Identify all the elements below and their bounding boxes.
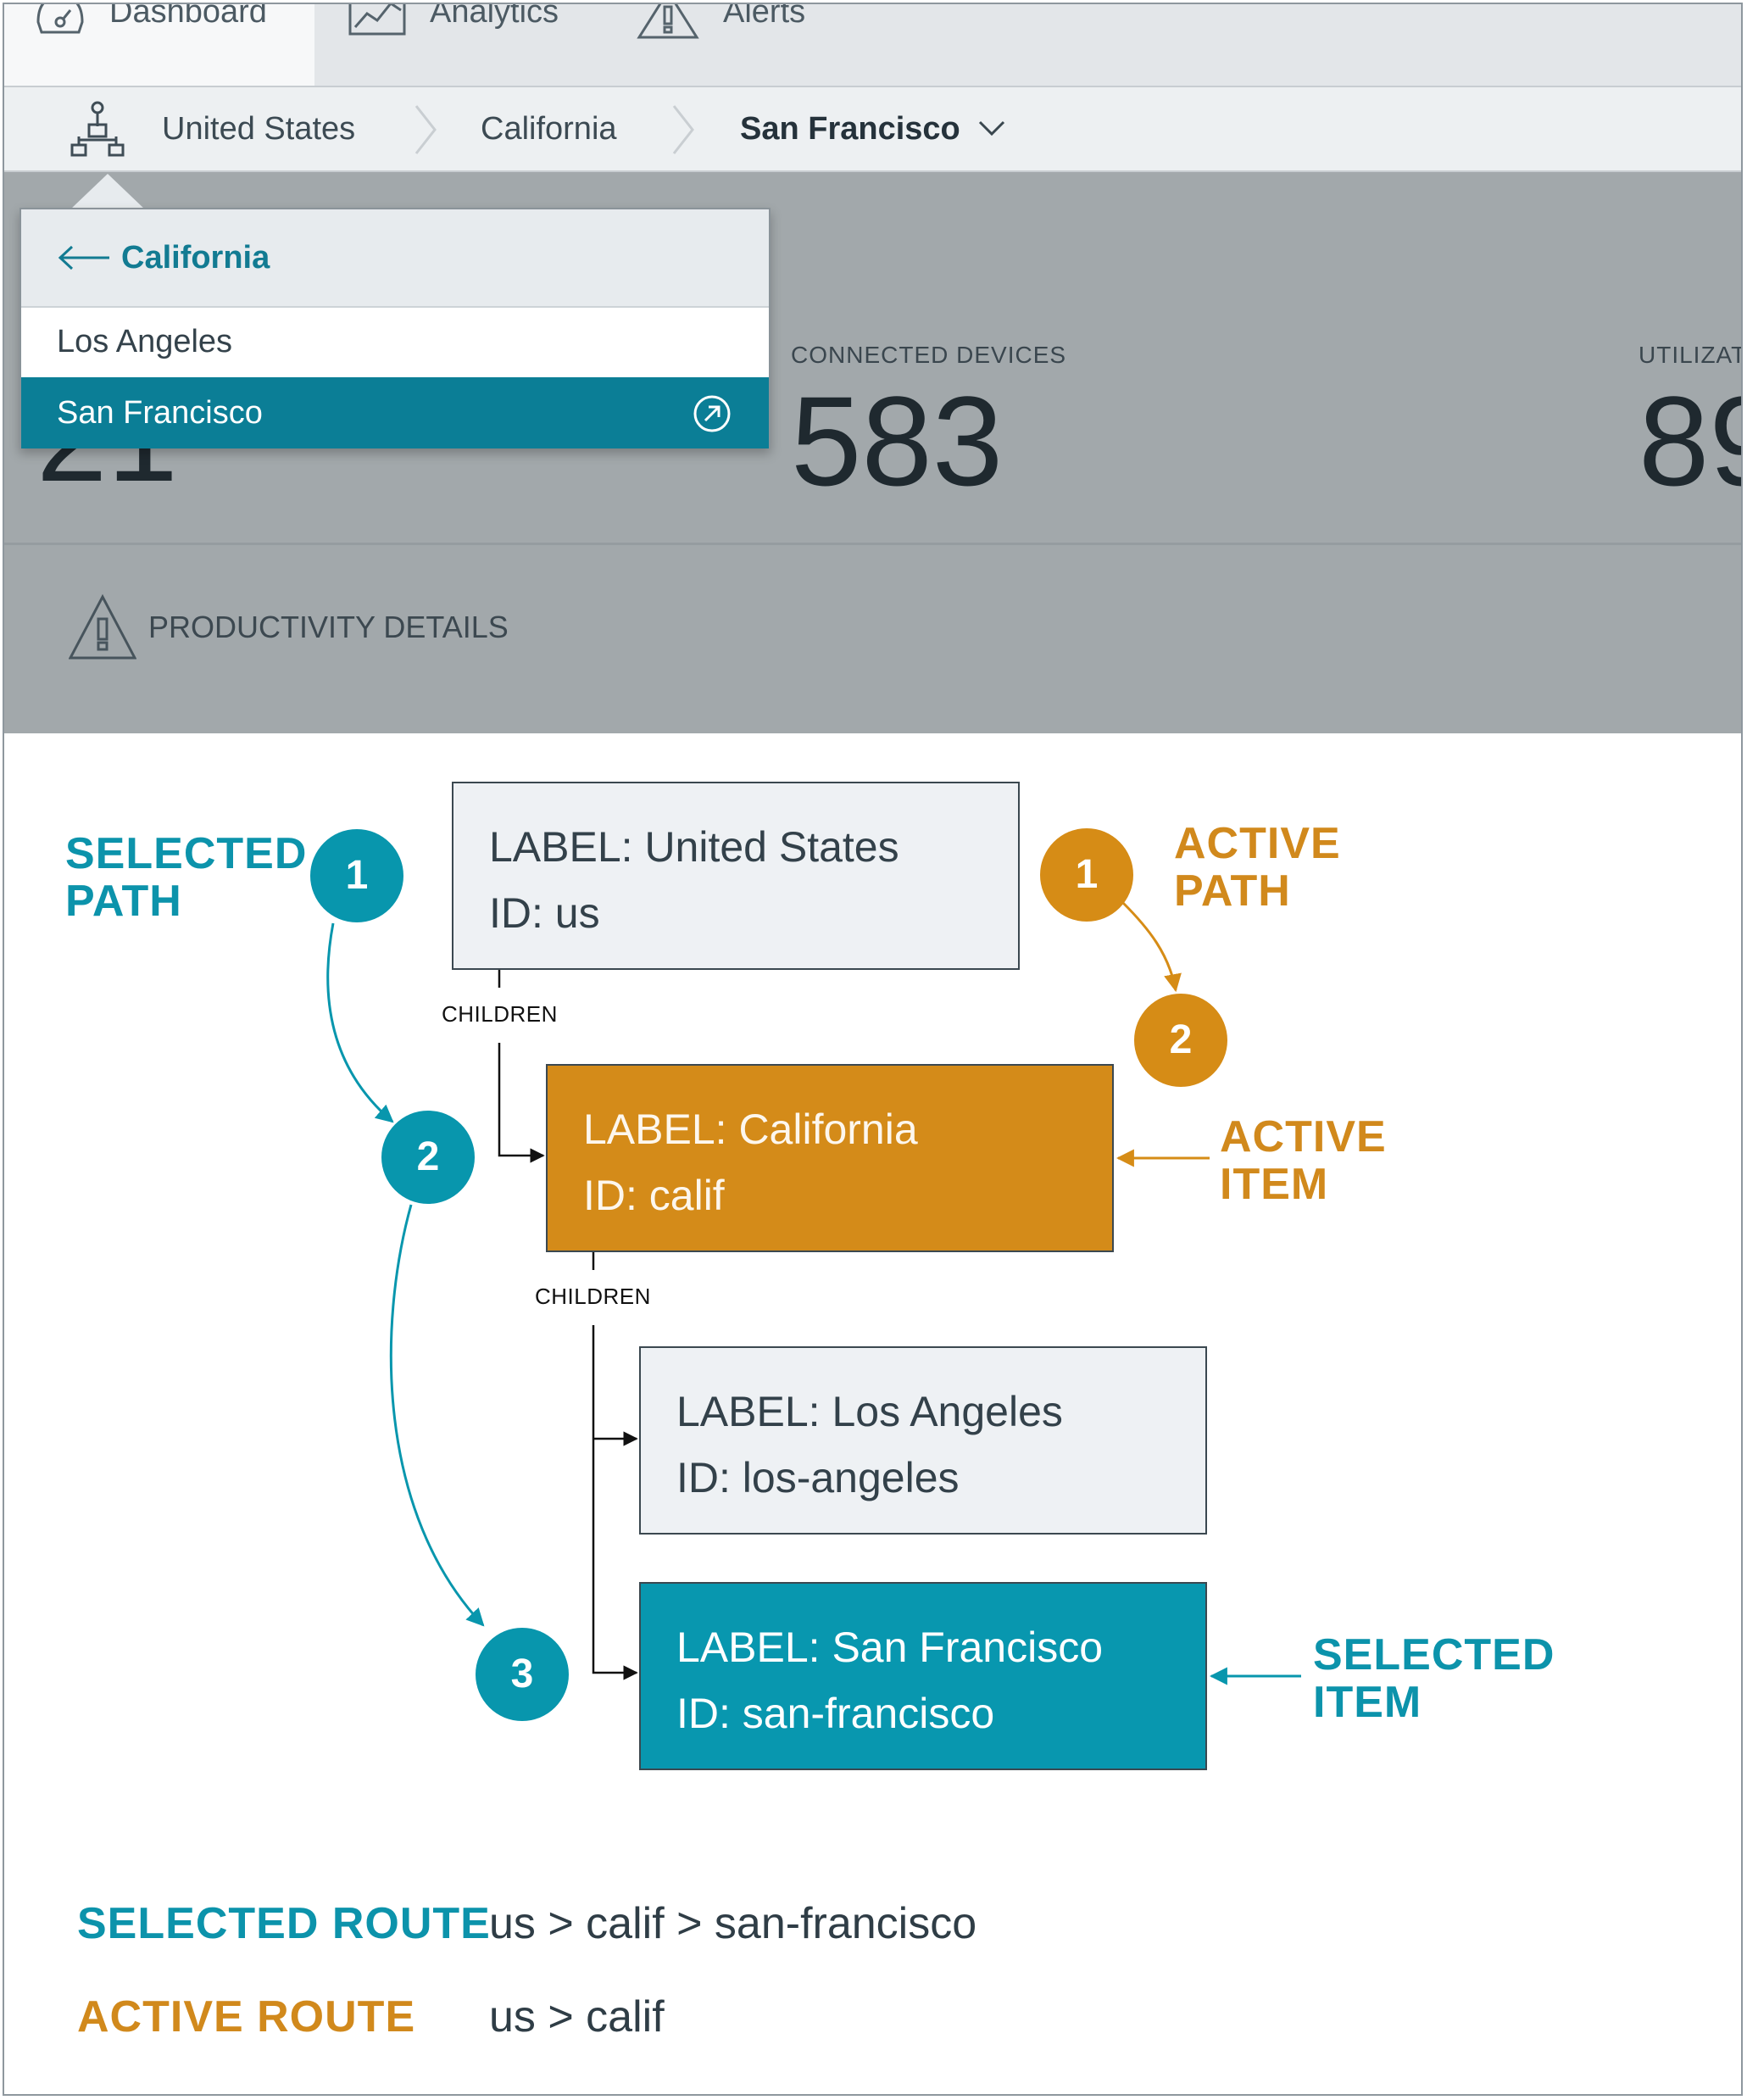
node-id-line: ID: san-francisco	[676, 1690, 995, 1737]
tree-node-california: LABEL: California ID: calif	[546, 1064, 1114, 1252]
tree-connector	[592, 1325, 638, 1680]
caption-line: ACTIVE	[1220, 1112, 1387, 1161]
tree-node-united-states: LABEL: United States ID: us	[452, 782, 1020, 970]
children-label: CHILDREN	[438, 1001, 561, 1028]
node-id-line: ID: calif	[583, 1172, 725, 1219]
diagram-connectors	[326, 901, 1301, 1685]
node-id-line: ID: los-angeles	[676, 1454, 960, 1501]
active-path-title: ACTIVE PATH	[1174, 820, 1341, 915]
selected-route-value: us > calif > san-francisco	[489, 1899, 977, 1948]
figure-frame: Dashboard Analytics Alerts United States…	[3, 3, 1743, 2096]
node-label-line: LABEL: San Francisco	[676, 1624, 1104, 1671]
selected-path-arrow	[326, 922, 394, 1123]
selected-route-label: SELECTED ROUTE	[77, 1899, 491, 1948]
tree-connector	[498, 1043, 545, 1163]
selected-path-step-badge: 3	[476, 1628, 569, 1721]
active-path-step-badge: 1	[1040, 828, 1133, 922]
active-path-step-badge: 2	[1134, 994, 1227, 1087]
selected-path-arrow	[389, 1204, 485, 1627]
caption-line: PATH	[65, 877, 182, 926]
caption-line: PATH	[1174, 866, 1291, 916]
selected-item-caption: SELECTED ITEM	[1313, 1631, 1555, 1726]
selected-path-step-badge: 2	[381, 1111, 475, 1204]
caption-line: SELECTED	[1313, 1630, 1555, 1679]
active-route-value: us > calif	[489, 1992, 665, 2042]
active-path-arrow	[1121, 901, 1182, 993]
node-label-line: LABEL: California	[583, 1106, 918, 1153]
selected-path-title: SELECTED PATH	[65, 830, 307, 925]
caption-line: ACTIVE	[1174, 819, 1341, 868]
caption-line: ITEM	[1220, 1160, 1329, 1209]
active-item-caption: ACTIVE ITEM	[1220, 1113, 1387, 1208]
selected-path-step-badge: 1	[310, 829, 403, 922]
node-label-line: LABEL: Los Angeles	[676, 1388, 1063, 1435]
tree-node-los-angeles: LABEL: Los Angeles ID: los-angeles	[639, 1346, 1207, 1535]
node-label-line: LABEL: United States	[489, 823, 899, 871]
caption-line: SELECTED	[65, 829, 308, 878]
caption-line: ITEM	[1313, 1678, 1422, 1727]
children-label: CHILDREN	[531, 1284, 654, 1310]
active-route-label: ACTIVE ROUTE	[77, 1992, 416, 2042]
node-id-line: ID: us	[489, 889, 600, 937]
tree-node-san-francisco: LABEL: San Francisco ID: san-francisco	[639, 1582, 1207, 1770]
